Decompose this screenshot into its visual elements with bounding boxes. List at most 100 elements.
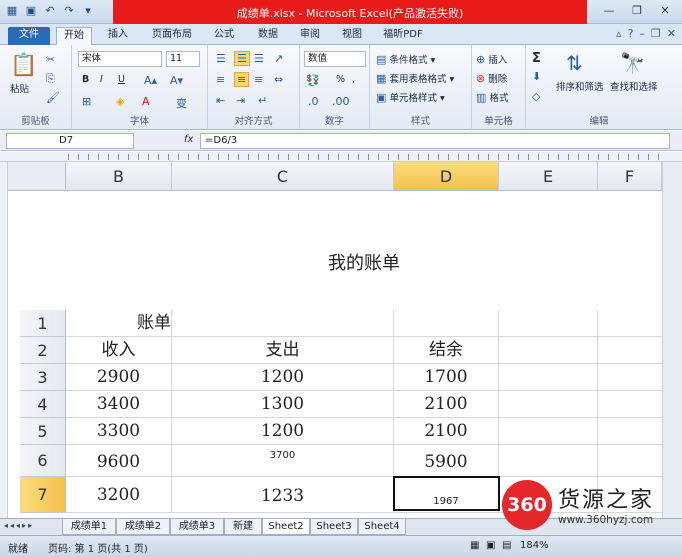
cell-b7[interactable]: 3200 (66, 477, 172, 512)
paste-button[interactable]: 粘贴 (10, 81, 29, 95)
cell-styles-button[interactable]: ▣ 单元格样式 ▾ (376, 90, 445, 104)
close-icon[interactable]: ✕ (652, 2, 678, 20)
formula-input[interactable]: =D6/3 (200, 133, 670, 149)
tab-review[interactable]: 审阅 (292, 27, 328, 45)
cell-b4[interactable]: 3400 (66, 391, 172, 417)
wrap-text-icon[interactable]: ↵ (258, 94, 267, 107)
find-select-icon[interactable]: 🔭 (620, 51, 645, 75)
underline-button[interactable]: U (118, 74, 125, 85)
orientation-icon[interactable]: ↗ (274, 52, 283, 65)
sheet-tab-2[interactable]: 成绩单2 (116, 519, 170, 535)
phonetic-icon[interactable]: 变 (176, 95, 187, 111)
cell-d6[interactable]: 5900 (394, 445, 499, 476)
restore-icon[interactable]: ❐ (624, 2, 650, 20)
tab-home[interactable]: 开始 (56, 27, 92, 45)
cell-e6[interactable] (499, 445, 598, 476)
cell-c3[interactable]: 1200 (172, 364, 394, 390)
column-header-c[interactable]: C (172, 162, 394, 191)
sheet-tab-new[interactable]: 新建 (224, 519, 262, 535)
decrease-font-icon[interactable]: A▾ (170, 74, 183, 87)
save-icon[interactable]: ▣ (23, 3, 39, 19)
cell-d3[interactable]: 1700 (394, 364, 499, 390)
cell-e4[interactable] (499, 391, 598, 417)
align-center-icon[interactable]: ≡ (234, 72, 250, 87)
decrease-indent-icon[interactable]: ⇤ (216, 94, 225, 107)
zoom-level[interactable]: 184% (520, 540, 549, 551)
merge-center-icon[interactable]: ⇔ (274, 73, 283, 86)
tab-data[interactable]: 数据 (250, 27, 286, 45)
align-top-icon[interactable]: ☰ (216, 52, 226, 65)
cut-icon[interactable]: ✂ (46, 53, 55, 66)
ribbon-collapse-icon[interactable]: ▵ (616, 27, 622, 40)
sort-filter-button[interactable]: 排序和筛选 (556, 79, 604, 93)
fill-color-icon[interactable]: ◈ (116, 95, 124, 108)
minimize-icon[interactable]: — (596, 2, 622, 20)
align-right-icon[interactable]: ≡ (254, 73, 263, 86)
comma-button[interactable]: , (352, 74, 355, 85)
tab-foxit-pdf[interactable]: 福昕PDF (378, 27, 428, 45)
find-select-button[interactable]: 查找和选择 (610, 79, 658, 93)
row-header-4[interactable]: 4 (20, 391, 66, 418)
sheet-tab-3[interactable]: 成绩单3 (170, 519, 224, 535)
row-header-7[interactable]: 7 (20, 477, 66, 513)
cell-d1[interactable] (394, 310, 499, 336)
align-left-icon[interactable]: ≡ (216, 73, 225, 86)
tab-formulas[interactable]: 公式 (206, 27, 242, 45)
row-header-3[interactable]: 3 (20, 364, 66, 391)
border-icon[interactable]: ⊞ (82, 95, 91, 108)
sheet-tab-sheet4[interactable]: Sheet4 (358, 519, 406, 535)
row-header-1[interactable]: 1 (20, 310, 66, 337)
percent-button[interactable]: % (336, 74, 345, 85)
row-header-5[interactable]: 5 (20, 418, 66, 445)
column-header-e[interactable]: E (499, 162, 598, 191)
cell-b2[interactable]: 收入 (66, 337, 172, 363)
vertical-scrollbar[interactable] (662, 162, 682, 518)
cell-c7[interactable]: 1233 (172, 477, 394, 512)
format-as-table-button[interactable]: ▦ 套用表格格式 ▾ (376, 71, 454, 85)
cell-c1[interactable] (172, 310, 394, 336)
row-header-2[interactable]: 2 (20, 337, 66, 364)
clear-icon[interactable]: ◇ (532, 90, 540, 103)
excel-app-icon[interactable]: ▦ (4, 3, 20, 19)
bold-button[interactable]: B (82, 74, 89, 85)
align-bottom-icon[interactable]: ☰ (254, 52, 264, 65)
align-middle-icon[interactable]: ☰ (234, 51, 250, 66)
copy-icon[interactable]: ⎘ (46, 72, 55, 86)
increase-font-icon[interactable]: A▴ (144, 74, 157, 87)
cell-c2[interactable]: 支出 (172, 337, 394, 363)
select-all-corner[interactable] (8, 162, 66, 191)
conditional-format-button[interactable]: ▤ 条件格式 ▾ (376, 52, 435, 66)
cell-e3[interactable] (499, 364, 598, 390)
sheet-nav-arrows-icon[interactable]: ◂◂◂▸▸ (4, 521, 34, 530)
cell-e5[interactable] (499, 418, 598, 444)
cell-b6[interactable]: 9600 (66, 445, 172, 476)
cell-b5[interactable]: 3300 (66, 418, 172, 444)
sheet-tab-sheet2[interactable]: Sheet2 (262, 519, 310, 535)
row-header-6[interactable]: 6 (20, 445, 66, 477)
column-header-b[interactable]: B (66, 162, 172, 191)
page-layout-view-icon[interactable]: ▣ (486, 540, 495, 551)
cell-d4[interactable]: 2100 (394, 391, 499, 417)
redo-icon[interactable]: ↷ (61, 3, 77, 19)
column-header-f[interactable]: F (598, 162, 662, 191)
paste-icon[interactable]: 📋 (10, 53, 37, 78)
normal-view-icon[interactable]: ▦ (470, 540, 479, 551)
cell-d2[interactable]: 结余 (394, 337, 499, 363)
format-cells-button[interactable]: ▥ 格式 (476, 90, 508, 104)
doc-minimize-icon[interactable]: – (639, 27, 645, 40)
cell-c6[interactable]: 3700 (172, 445, 394, 476)
name-box[interactable]: D7 (6, 133, 134, 149)
tab-page-layout[interactable]: 页面布局 (144, 27, 200, 45)
insert-cells-button[interactable]: ⊕ 插入 (476, 52, 507, 66)
column-header-d[interactable]: D (394, 162, 499, 191)
page-break-view-icon[interactable]: ▤ (502, 540, 511, 551)
number-format-combo[interactable]: 数值 (304, 51, 366, 67)
font-color-icon[interactable]: A (142, 95, 150, 108)
cell-d5[interactable]: 2100 (394, 418, 499, 444)
customize-qat-icon[interactable]: ▾ (80, 3, 96, 19)
doc-close-icon[interactable]: ✕ (667, 27, 676, 40)
help-icon[interactable]: ? (628, 27, 634, 40)
fill-icon[interactable]: ⬇ (532, 70, 541, 83)
sheet-tab-1[interactable]: 成绩单1 (62, 519, 116, 535)
decrease-decimal-icon[interactable]: .00 (332, 95, 350, 108)
